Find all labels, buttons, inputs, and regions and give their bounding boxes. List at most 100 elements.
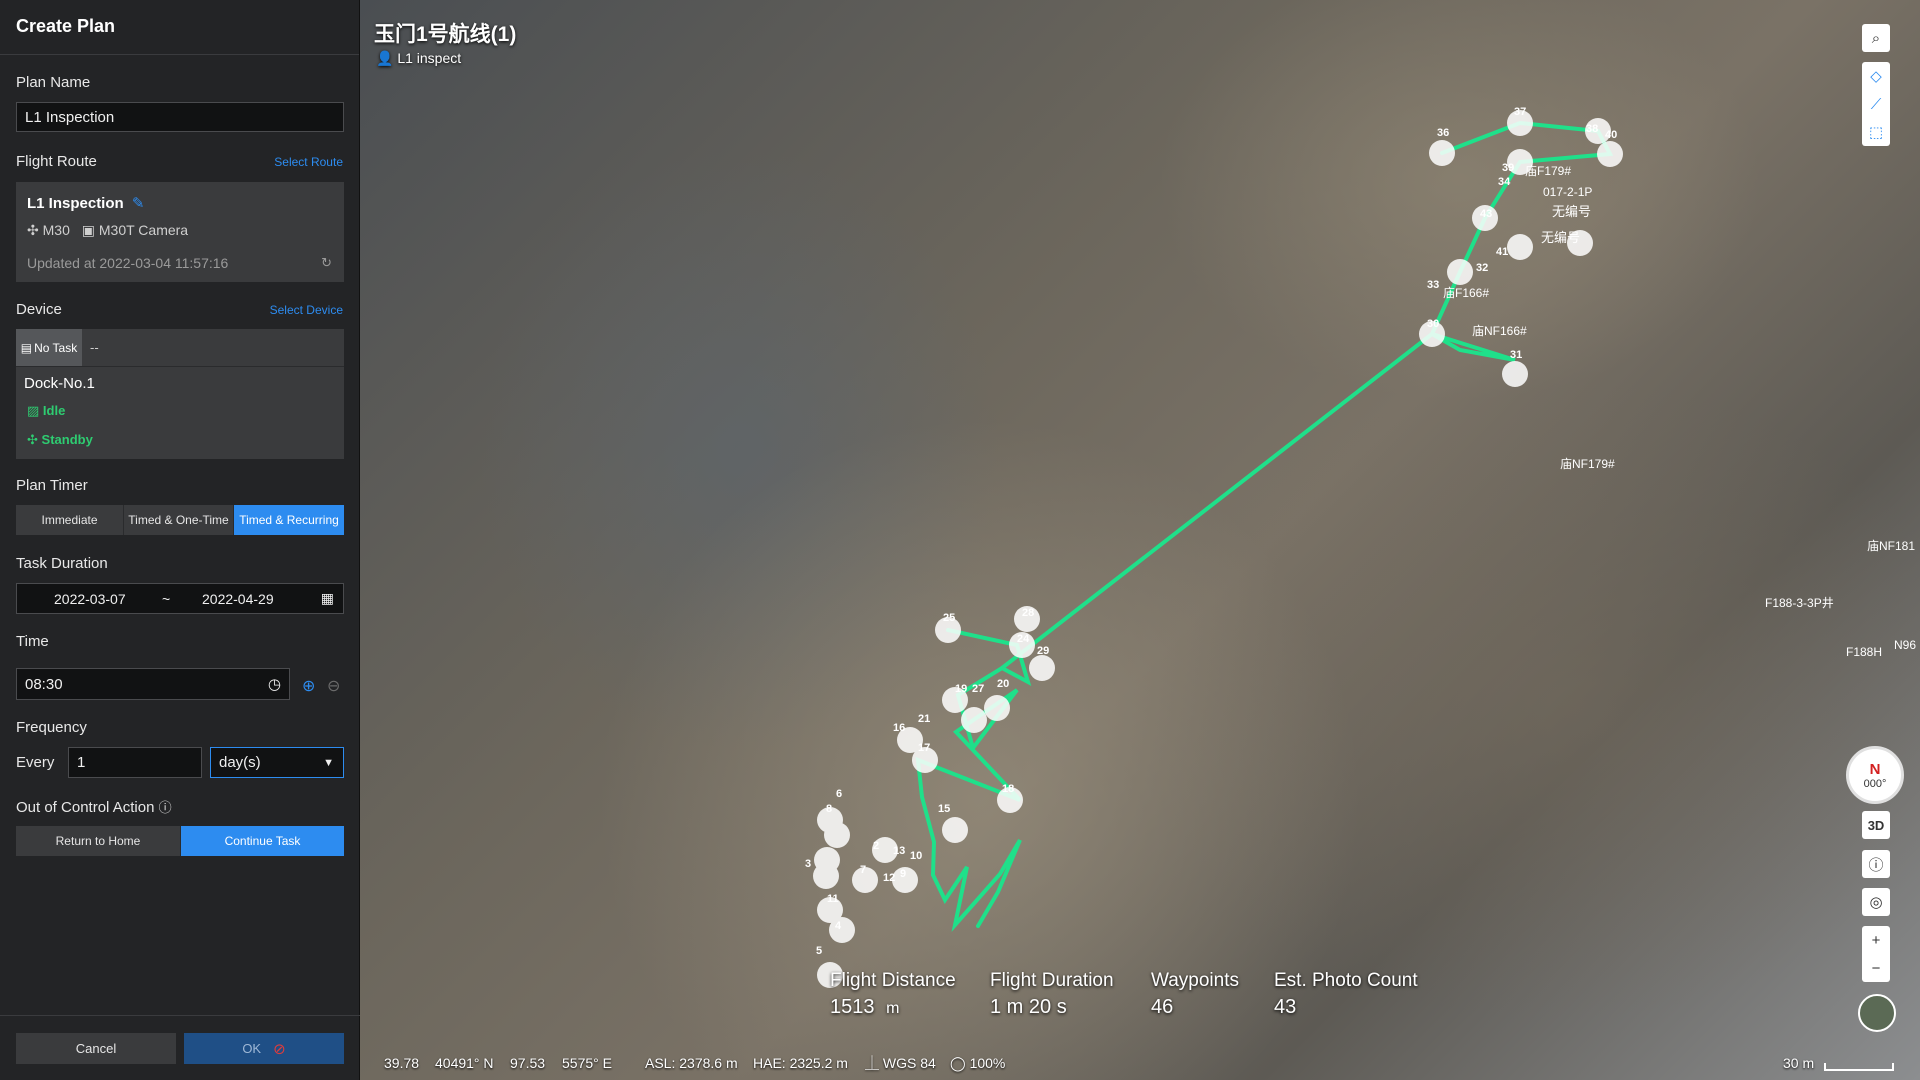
- stat-label: Flight Duration: [990, 970, 1114, 991]
- locate-icon[interactable]: ◎: [1862, 888, 1890, 916]
- timer-one-time[interactable]: Timed & One-Time: [124, 505, 234, 535]
- continue-task-option[interactable]: Continue Task: [181, 826, 344, 856]
- waypoint-label[interactable]: 11: [827, 893, 839, 905]
- search-icon[interactable]: ⌕: [1862, 24, 1890, 52]
- select-route-link[interactable]: Select Route: [274, 155, 343, 169]
- stat-value: 1513: [830, 996, 875, 1018]
- time-input[interactable]: 08:30 ◷: [16, 668, 290, 700]
- latitude-detail: 40491° N: [435, 1055, 494, 1071]
- waypoint-label[interactable]: 28: [1022, 607, 1034, 619]
- task-duration-label: Task Duration: [16, 555, 108, 572]
- waypoint-label[interactable]: 12: [883, 872, 895, 884]
- view-3d-button[interactable]: 3D: [1862, 811, 1890, 839]
- route-title: 玉门1号航线(1): [374, 23, 517, 46]
- ok-button[interactable]: OK ⊘: [184, 1033, 344, 1064]
- dock-icon: ▨: [27, 403, 40, 418]
- return-home-option[interactable]: Return to Home: [16, 826, 181, 856]
- waypoint-label[interactable]: 19: [955, 683, 967, 695]
- waypoint-label[interactable]: 3: [805, 858, 811, 870]
- line-tool-icon[interactable]: ⟋: [1862, 90, 1890, 118]
- select-device-link[interactable]: Select Device: [270, 303, 343, 317]
- waypoint-label[interactable]: 41: [1496, 246, 1508, 258]
- panel-title: Create Plan: [0, 0, 359, 55]
- place-label: 无编号: [1552, 204, 1592, 219]
- plan-name-input[interactable]: L1 Inspection: [16, 102, 344, 132]
- waypoint-label[interactable]: 27: [972, 683, 984, 695]
- duration-range[interactable]: 2022-03-07 ~ 2022-04-29 ▦: [16, 583, 344, 614]
- waypoint-label[interactable]: 32: [1476, 262, 1488, 274]
- waypoint-label[interactable]: 5: [816, 945, 822, 957]
- flight-distance-stat: Flight Distance 1513 m: [830, 970, 956, 1019]
- waypoint-label[interactable]: 18: [1002, 783, 1014, 795]
- layer-switch-icon[interactable]: [1858, 994, 1896, 1032]
- info-icon[interactable]: ⓘ: [1862, 850, 1890, 878]
- device-label: Device: [16, 301, 62, 318]
- waypoint-label[interactable]: 30: [1427, 318, 1439, 330]
- waypoint-label[interactable]: 37: [1514, 106, 1526, 118]
- compass[interactable]: N 000°: [1846, 746, 1904, 804]
- map-view[interactable]: 玉门1号航线(1) 👤 L1 inspect 36 37 38 40 39 34…: [360, 0, 1920, 1080]
- calendar-icon[interactable]: ▦: [321, 590, 334, 607]
- refresh-icon[interactable]: ↻: [321, 255, 332, 271]
- pin-tool-icon[interactable]: ◇: [1862, 62, 1890, 90]
- waypoint-label[interactable]: 29: [1037, 645, 1049, 657]
- waypoint-label[interactable]: 40: [1605, 129, 1617, 141]
- waypoint-label[interactable]: 10: [910, 850, 922, 862]
- stat-value: 43: [1274, 996, 1297, 1018]
- waypoint-label[interactable]: 2: [873, 840, 879, 852]
- waypoint-label[interactable]: 34: [1498, 176, 1510, 188]
- zoom-in-icon[interactable]: +: [1862, 926, 1890, 954]
- info-icon[interactable]: ⓘ: [159, 800, 172, 815]
- waypoint-label[interactable]: 7: [860, 864, 866, 876]
- waypoint-label[interactable]: 20: [997, 678, 1009, 690]
- waypoint-label[interactable]: 4: [835, 920, 841, 932]
- unit-select[interactable]: day(s) ▼: [210, 747, 344, 778]
- edit-icon[interactable]: ✎: [132, 195, 145, 212]
- remove-time-icon[interactable]: ⊖: [327, 676, 340, 696]
- timer-immediate[interactable]: Immediate: [16, 505, 124, 535]
- progress-text: 100%: [969, 1054, 1006, 1071]
- waypoint-label[interactable]: 31: [1510, 349, 1522, 361]
- waypoint-label[interactable]: 24: [1017, 633, 1029, 645]
- timer-recurring[interactable]: Timed & Recurring: [234, 505, 344, 535]
- add-time-icon[interactable]: ⊕: [302, 676, 315, 696]
- waypoint-label[interactable]: 43: [1480, 208, 1492, 220]
- zoom-out-icon[interactable]: −: [1862, 954, 1890, 982]
- task-badge: ▤ No Task: [16, 329, 82, 366]
- task-badge-label: No Task: [34, 340, 78, 355]
- place-label: N96: [1894, 638, 1917, 652]
- cancel-button[interactable]: Cancel: [16, 1033, 176, 1064]
- duration-end[interactable]: 2022-04-29: [202, 591, 274, 607]
- area-tool-icon[interactable]: ⬚: [1862, 118, 1890, 146]
- waypoint-label[interactable]: 13: [893, 845, 905, 857]
- waypoint-label[interactable]: 25: [943, 612, 955, 624]
- route-card[interactable]: L1 Inspection ✎ ✣ M30 ▣ M30T Camera Upda…: [16, 182, 344, 282]
- waypoint-label[interactable]: 33: [1427, 279, 1439, 291]
- clipboard-icon: ▤: [20, 340, 33, 355]
- waypoint-label[interactable]: 16: [893, 722, 905, 734]
- waypoint-label[interactable]: 17: [918, 742, 930, 754]
- duration-start[interactable]: 2022-03-07: [54, 591, 126, 607]
- progress-ring-icon: ◯: [950, 1054, 966, 1071]
- clock-icon[interactable]: ◷: [268, 675, 281, 693]
- waypoint-label[interactable]: 6: [836, 788, 842, 800]
- route-subtitle-text: L1 inspect: [397, 50, 462, 66]
- ooc-label: Out of Control Action ⓘ: [16, 797, 172, 816]
- waypoint-label[interactable]: 8: [826, 803, 832, 815]
- latitude: 39.78: [384, 1055, 420, 1071]
- waypoint-label[interactable]: 21: [918, 713, 930, 725]
- user-icon: 👤: [376, 50, 394, 66]
- waypoint-label[interactable]: 38: [1586, 123, 1598, 135]
- every-input[interactable]: 1: [68, 747, 202, 778]
- waypoint-label[interactable]: 15: [938, 803, 950, 815]
- route-name: L1 Inspection: [27, 195, 124, 212]
- waypoint-label[interactable]: 36: [1437, 127, 1449, 139]
- place-label: 庙NF179#: [1560, 457, 1615, 471]
- route-drone: M30: [42, 222, 70, 238]
- waypoint-label[interactable]: 9: [900, 868, 906, 880]
- place-label: 无编号: [1541, 230, 1581, 245]
- place-label: 庙NF166#: [1472, 324, 1527, 338]
- waypoint-label[interactable]: 39: [1502, 162, 1514, 174]
- place-label: 庙F179#: [1525, 164, 1572, 178]
- device-card[interactable]: ▤ No Task -- Dock-No.1 ▨ Idle ✣ Standby: [16, 329, 344, 459]
